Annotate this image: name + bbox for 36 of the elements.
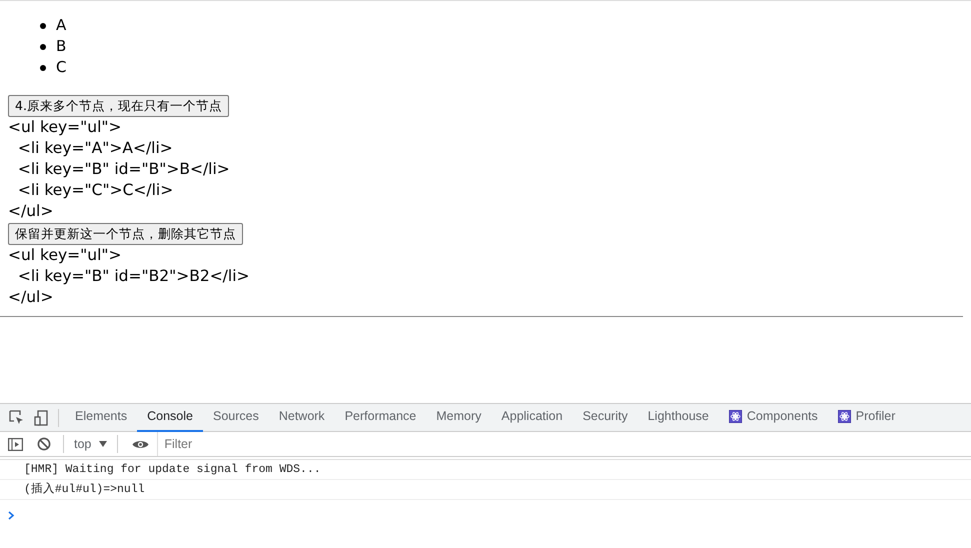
devtools-tab[interactable]: Components [718, 404, 828, 432]
clear-console-icon[interactable] [37, 434, 51, 454]
devtools-tab[interactable]: Sources [202, 404, 269, 432]
tab-label: Components [746, 408, 818, 426]
devtools-tab[interactable]: Application [491, 404, 573, 432]
code-line: </ul> [8, 287, 54, 308]
devtools-tab[interactable]: Security [572, 404, 638, 432]
context-label: top [74, 436, 92, 453]
devtools-tab[interactable]: Profiler [828, 404, 906, 432]
react-logo-icon [838, 407, 851, 426]
list-item-text: B [56, 36, 66, 58]
code-line: <ul key="ul"> [8, 117, 123, 138]
console-message: (插入#ul#ul)=>null [0, 480, 971, 500]
code-line: </ul> [8, 201, 54, 222]
code-line: <ul key="ul"> [8, 245, 123, 266]
device-toolbar-icon[interactable] [34, 408, 48, 427]
devtools-tab[interactable]: Performance [334, 404, 426, 432]
devtools-tab[interactable]: Network [268, 404, 335, 432]
list-item-text: A [56, 15, 66, 36]
bullet-icon [40, 22, 46, 28]
bullet-icon [40, 64, 46, 70]
tab-label: Profiler [856, 408, 896, 426]
code-line: <li key="B" id="B2">B2</li> [16, 266, 250, 287]
react-logo-icon [728, 407, 742, 426]
action-button[interactable]: 保留并更新这一个节点，删除其它节点 [8, 223, 243, 245]
list-item-text: C [56, 57, 66, 78]
code-line: <li key="B" id="B">B</li> [16, 159, 231, 180]
context-dropdown[interactable]: top [70, 434, 112, 454]
code-line: <li key="C">C</li> [16, 180, 174, 201]
code-line: <li key="A">A</li> [16, 138, 174, 159]
devtools-tab[interactable]: Lighthouse [638, 404, 719, 432]
console-message: [HMR] Waiting for update signal from WDS... [0, 460, 971, 480]
devtools-tab[interactable]: Memory [426, 404, 492, 432]
action-button[interactable]: 4.原来多个节点，现在只有一个节点 [8, 95, 229, 117]
devtools-tab[interactable]: Elements [65, 404, 138, 432]
bullet-icon [40, 44, 46, 50]
